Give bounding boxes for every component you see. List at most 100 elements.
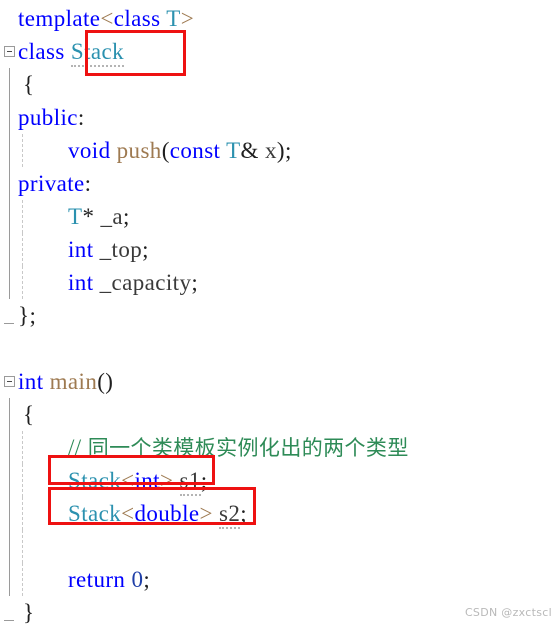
code-token: return	[68, 567, 126, 592]
code-text[interactable]: public:	[18, 101, 85, 134]
code-text[interactable]: {	[23, 68, 34, 101]
code-token: int	[68, 270, 94, 295]
code-line[interactable]: Stack<int> s1;	[0, 464, 560, 497]
code-text[interactable]: };	[18, 299, 36, 332]
code-line[interactable]: class Stack	[0, 35, 560, 68]
indent-guide	[22, 563, 23, 596]
code-token: int	[68, 237, 94, 262]
code-token: ()	[97, 369, 114, 394]
code-token: T	[68, 204, 83, 229]
code-token: int	[18, 369, 44, 394]
code-text[interactable]: void push(const T& x);	[68, 134, 292, 167]
code-line[interactable]	[0, 530, 560, 563]
code-text[interactable]: }	[23, 596, 34, 629]
code-token: 0	[131, 567, 144, 592]
collapse-region-line	[9, 563, 10, 596]
collapse-region-line	[9, 68, 10, 101]
indent-guide	[22, 134, 23, 167]
code-token: const	[169, 138, 221, 163]
code-token: T	[166, 6, 181, 31]
code-line[interactable]	[0, 332, 560, 365]
code-token: >	[199, 501, 213, 526]
collapse-region-line	[9, 200, 10, 233]
code-token: Stack	[68, 501, 122, 526]
collapse-region-line	[9, 497, 10, 530]
code-token: *	[82, 204, 101, 229]
code-text[interactable]: Stack<double> s2;	[68, 497, 247, 530]
editor-gutter[interactable]	[0, 332, 26, 365]
code-token: main	[49, 369, 98, 394]
code-token: push	[116, 138, 162, 163]
code-token: //	[68, 435, 88, 460]
collapse-region-line	[9, 530, 10, 563]
code-line[interactable]: };	[0, 299, 560, 332]
code-token: :	[77, 105, 85, 130]
code-token: s2	[219, 501, 241, 529]
collapse-region-icon[interactable]	[4, 376, 15, 387]
code-token: <	[121, 468, 135, 493]
collapse-region-end-icon	[4, 620, 14, 621]
code-token: ;	[240, 501, 248, 526]
code-token: ;	[123, 204, 130, 229]
code-token: void	[68, 138, 111, 163]
collapse-region-line	[9, 134, 10, 167]
code-token: ;	[143, 567, 151, 592]
code-text[interactable]: private:	[18, 167, 91, 200]
code-token: }	[23, 600, 35, 625]
code-text[interactable]: T* _a;	[68, 200, 130, 233]
code-token: {	[23, 72, 35, 97]
indent-guide	[22, 200, 23, 233]
code-token: );	[276, 138, 292, 163]
watermark: CSDN @zxctscl	[464, 606, 552, 619]
indent-guide	[22, 530, 23, 563]
code-line[interactable]: public:	[0, 101, 560, 134]
code-token: Stack	[70, 39, 124, 67]
code-text[interactable]: int main()	[18, 365, 113, 398]
code-editor[interactable]: template<class T> class Stack{public: void…	[0, 0, 560, 625]
code-text[interactable]: template<class T>	[18, 2, 194, 35]
code-line[interactable]: template<class T>	[0, 2, 560, 35]
code-line[interactable]: int _capacity;	[0, 266, 560, 299]
indent-guide	[22, 431, 23, 464]
code-token: _top	[99, 237, 143, 262]
code-text[interactable]: class Stack	[18, 35, 124, 68]
code-token: private	[18, 171, 85, 196]
code-text[interactable]: return 0;	[68, 563, 150, 596]
code-text[interactable]: {	[23, 398, 34, 431]
code-token: <	[121, 501, 135, 526]
code-line[interactable]: return 0;	[0, 563, 560, 596]
code-token: >	[159, 468, 174, 493]
indent-guide	[22, 464, 23, 497]
collapse-region-end-icon	[4, 323, 14, 324]
collapse-region-line	[9, 431, 10, 464]
code-text[interactable]: int _capacity;	[68, 266, 198, 299]
code-line[interactable]: int _top;	[0, 233, 560, 266]
code-line[interactable]: private:	[0, 167, 560, 200]
code-text[interactable]: int _top;	[68, 233, 149, 266]
code-token: ;	[200, 468, 208, 493]
collapse-region-icon[interactable]	[4, 46, 15, 57]
collapse-region-line	[9, 233, 10, 266]
code-line[interactable]: Stack<double> s2;	[0, 497, 560, 530]
collapse-region-line	[9, 398, 10, 431]
code-line[interactable]: // 同一个类模板实例化出的两个类型	[0, 431, 560, 464]
code-token: >	[180, 6, 195, 31]
collapse-region-line	[9, 266, 10, 299]
code-token: 同一个类模板实例化出的两个类型	[87, 436, 409, 460]
code-token: class	[113, 6, 161, 31]
code-text[interactable]: // 同一个类模板实例化出的两个类型	[68, 431, 409, 465]
code-line[interactable]: int main()	[0, 365, 560, 398]
code-line[interactable]: {	[0, 68, 560, 101]
code-token: double	[134, 501, 200, 526]
code-line[interactable]: T* _a;	[0, 200, 560, 233]
code-line[interactable]: void push(const T& x);	[0, 134, 560, 167]
code-token: (	[161, 138, 170, 163]
code-line[interactable]: {	[0, 398, 560, 431]
code-token: ;	[191, 270, 199, 295]
code-token: _a	[100, 204, 124, 229]
indent-guide	[22, 497, 23, 530]
code-text[interactable]: Stack<int> s1;	[68, 464, 208, 497]
code-token: class	[18, 39, 65, 64]
code-token: :	[84, 171, 92, 196]
collapse-region-line	[9, 464, 10, 497]
